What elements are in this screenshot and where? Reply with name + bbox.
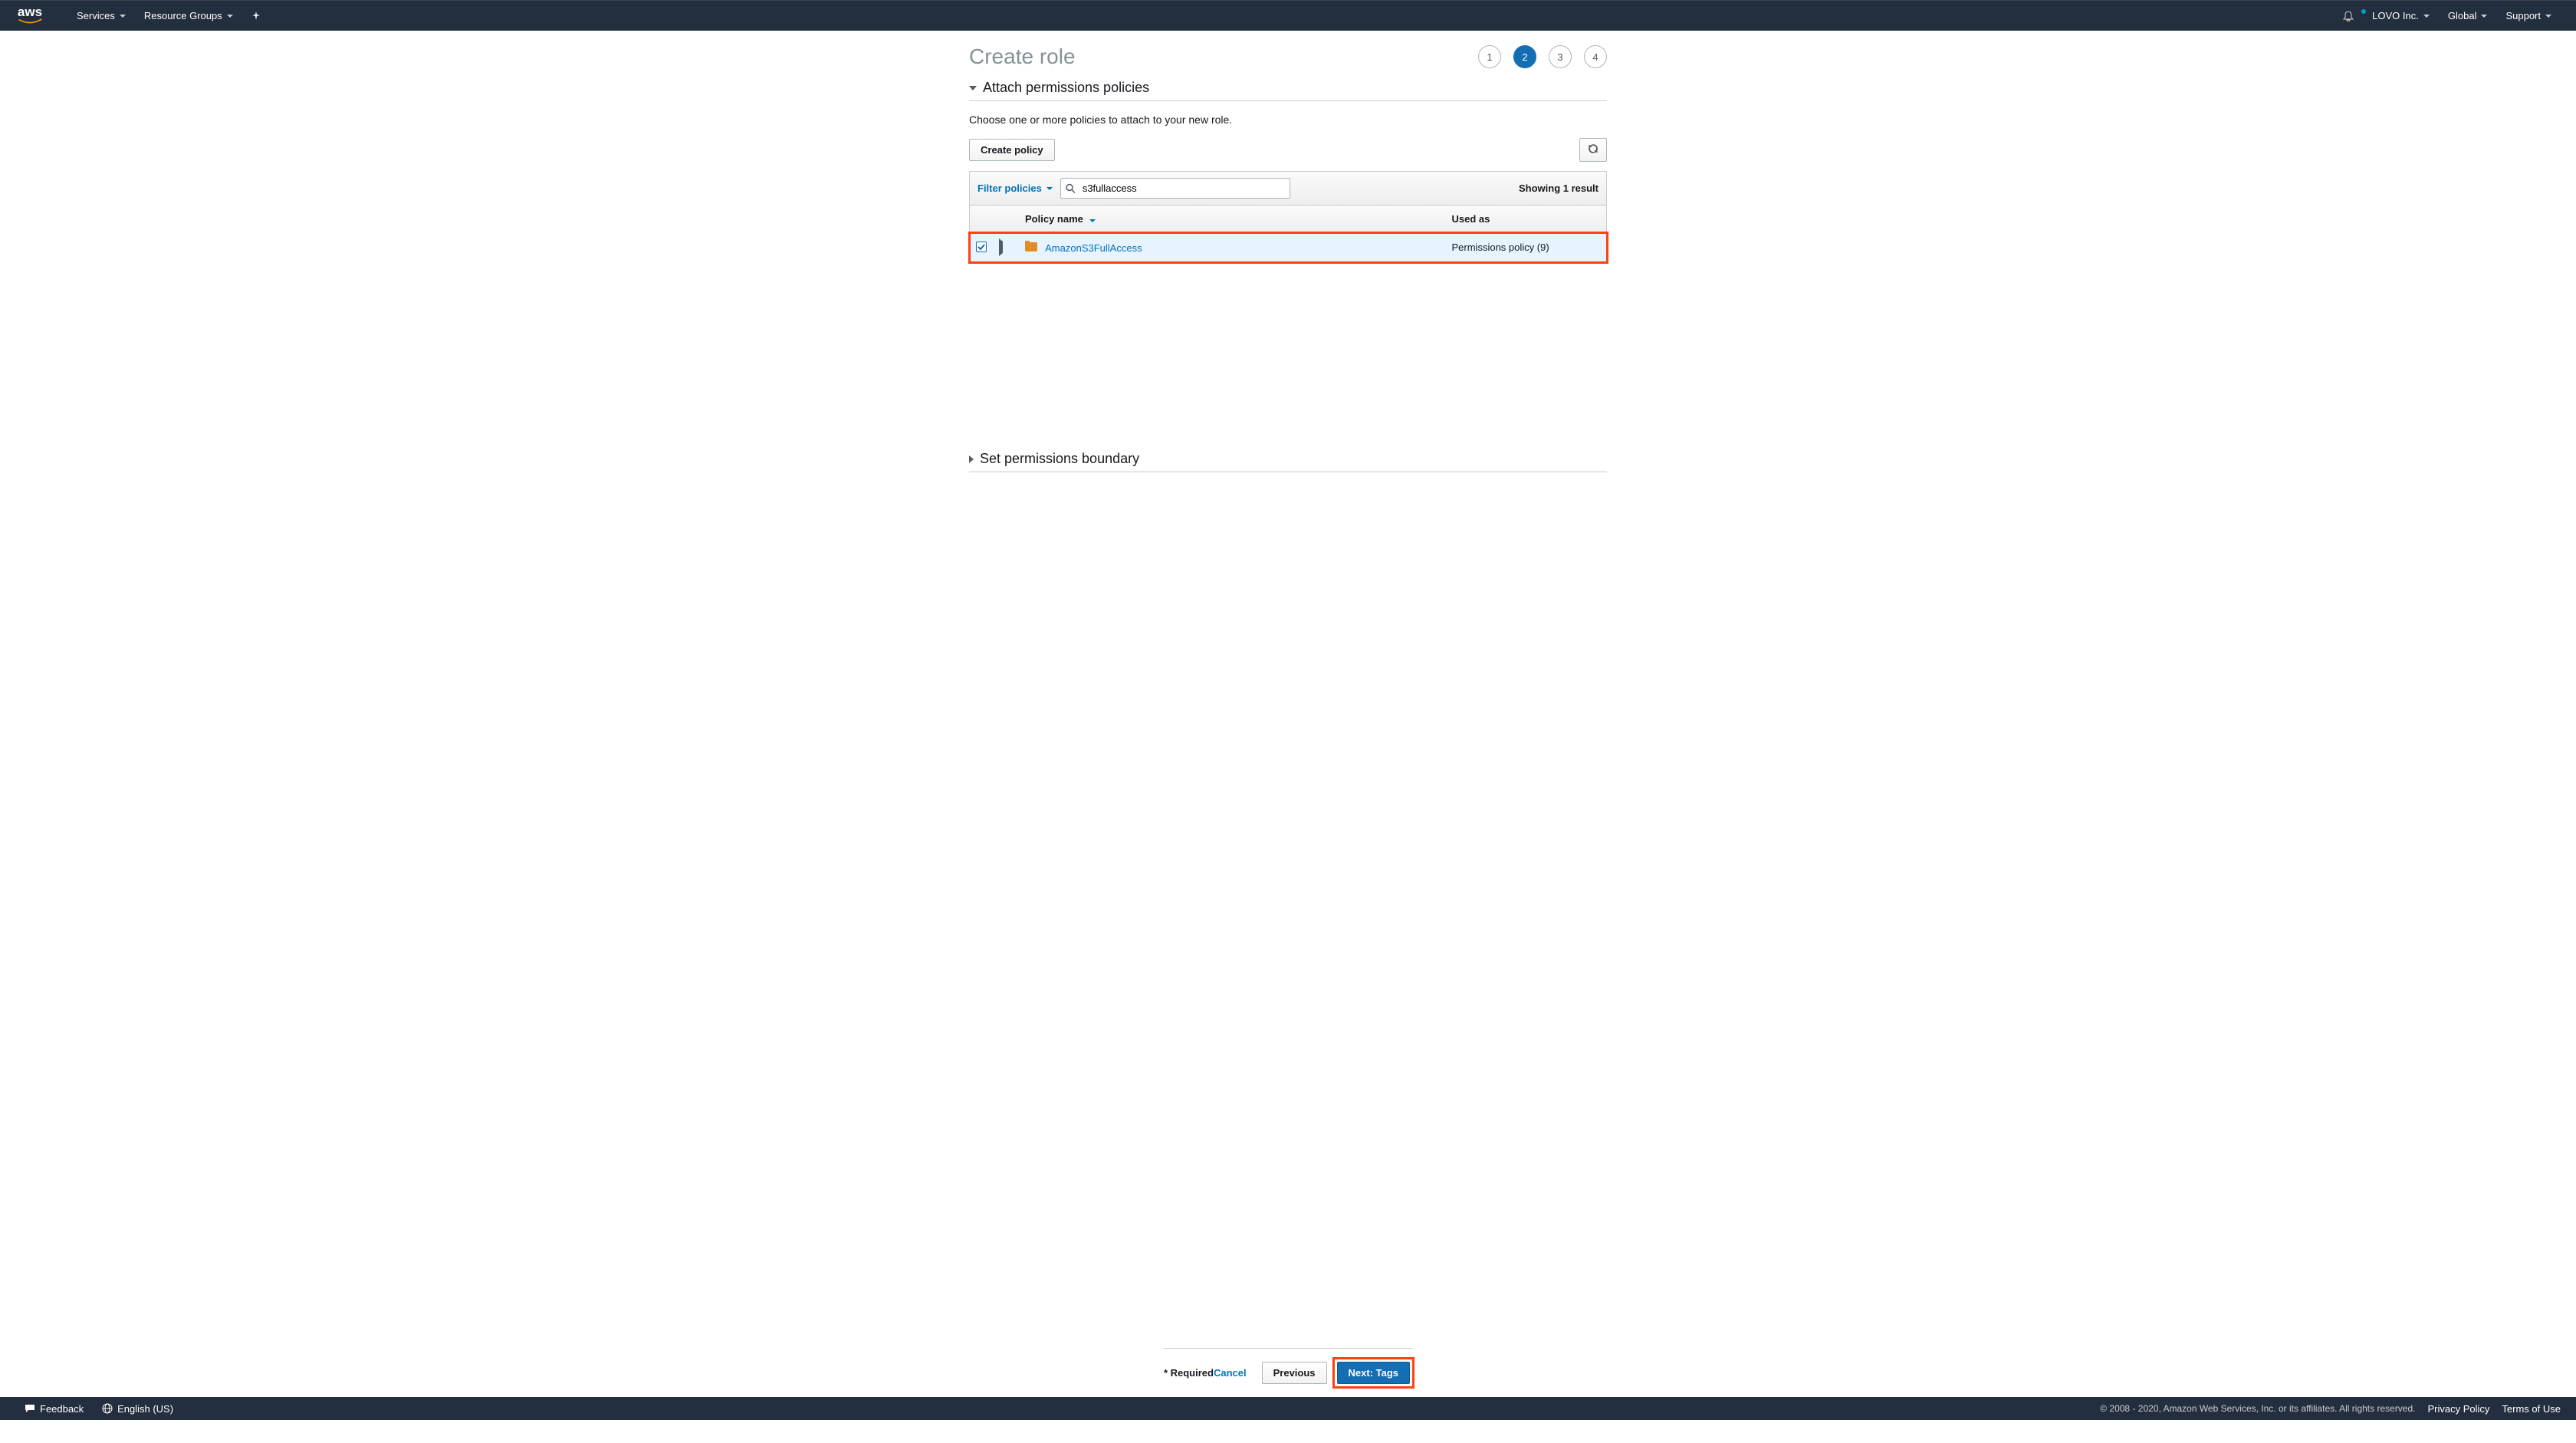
nav-resource-groups-label: Resource Groups <box>144 10 222 21</box>
wizard-steps: 1 2 3 4 <box>1478 45 1607 68</box>
boundary-title: Set permissions boundary <box>980 451 1139 467</box>
sort-icon <box>1089 219 1096 222</box>
policy-checkbox[interactable] <box>976 242 987 252</box>
feedback-label: Feedback <box>40 1403 84 1415</box>
check-icon <box>978 243 985 251</box>
collapse-icon <box>969 86 977 90</box>
policy-toolbar: Create policy <box>969 138 1607 162</box>
nav-notifications[interactable] <box>2334 11 2363 21</box>
cancel-button[interactable]: Cancel <box>1214 1367 1247 1379</box>
nav-region[interactable]: Global <box>2439 10 2497 21</box>
step-3[interactable]: 3 <box>1549 45 1572 68</box>
policy-name-link[interactable]: AmazonS3FullAccess <box>1045 242 1142 254</box>
nav-region-label: Global <box>2448 10 2477 21</box>
section-permissions-boundary[interactable]: Set permissions boundary <box>969 446 1607 472</box>
page-title-row: Create role 1 2 3 4 <box>969 44 1607 69</box>
create-policy-button[interactable]: Create policy <box>969 139 1055 161</box>
chevron-down-icon <box>2545 15 2551 18</box>
bottom-bar: Feedback English (US) © 2008 - 2020, Ama… <box>0 1397 2576 1420</box>
chat-icon <box>25 1403 35 1414</box>
nav-resource-groups[interactable]: Resource Groups <box>135 10 242 21</box>
result-count: Showing 1 result <box>1519 182 1598 194</box>
copyright-text: © 2008 - 2020, Amazon Web Services, Inc.… <box>2100 1403 2415 1414</box>
search-input[interactable] <box>1060 178 1290 199</box>
main-content: Create role 1 2 3 4 Attach permissions p… <box>969 31 1607 472</box>
nav-pin[interactable] <box>242 12 270 21</box>
search-icon <box>1066 183 1076 193</box>
privacy-link[interactable]: Privacy Policy <box>2428 1403 2490 1415</box>
search-box <box>1060 178 1290 199</box>
step-4[interactable]: 4 <box>1584 45 1607 68</box>
column-used-as[interactable]: Used as <box>1446 205 1607 233</box>
filter-label: Filter policies <box>978 182 1042 194</box>
chevron-down-icon <box>227 15 233 18</box>
column-policy-name[interactable]: Policy name <box>1019 205 1446 233</box>
chevron-down-icon <box>2481 15 2487 18</box>
nav-account-label: LOVO Inc. <box>2372 10 2419 21</box>
policy-icon <box>1025 241 1037 251</box>
nav-services-label: Services <box>77 10 115 21</box>
step-2[interactable]: 2 <box>1513 45 1536 68</box>
filter-bar: Filter policies Showing 1 result <box>969 171 1607 205</box>
expand-icon[interactable] <box>999 238 1003 256</box>
page-title: Create role <box>969 44 1076 69</box>
next-button[interactable]: Next: Tags <box>1337 1362 1411 1384</box>
previous-button[interactable]: Previous <box>1262 1362 1327 1384</box>
language-label: English (US) <box>117 1403 173 1415</box>
step-1[interactable]: 1 <box>1478 45 1501 68</box>
required-note: * Required <box>1164 1367 1214 1379</box>
chevron-down-icon <box>2423 15 2430 18</box>
expand-icon <box>969 455 974 463</box>
aws-logo[interactable]: aws <box>15 7 44 25</box>
policies-table: Policy name Used as Amaz <box>969 205 1607 262</box>
refresh-icon <box>1588 143 1598 154</box>
feedback-link[interactable]: Feedback <box>15 1403 93 1415</box>
chevron-down-icon <box>120 15 126 18</box>
filter-policies-dropdown[interactable]: Filter policies <box>978 182 1053 194</box>
section-title: Attach permissions policies <box>983 80 1149 96</box>
top-navbar: aws Services Resource Groups LOVO Inc. G… <box>0 0 2576 31</box>
footer-actions: * Required Cancel Previous Next: Tags <box>1164 1348 1412 1397</box>
terms-link[interactable]: Terms of Use <box>2502 1403 2561 1415</box>
bell-icon <box>2343 11 2354 21</box>
pin-icon <box>251 12 261 21</box>
nav-support-label: Support <box>2505 10 2541 21</box>
nav-account[interactable]: LOVO Inc. <box>2363 10 2439 21</box>
table-row: AmazonS3FullAccess Permissions policy (9… <box>970 233 1607 262</box>
policy-used-as: Permissions policy (9) <box>1446 233 1607 262</box>
nav-services[interactable]: Services <box>67 10 135 21</box>
nav-support[interactable]: Support <box>2496 10 2561 21</box>
notification-dot-icon <box>2361 9 2366 14</box>
language-selector[interactable]: English (US) <box>93 1403 182 1415</box>
refresh-button[interactable] <box>1579 138 1607 162</box>
section-attach-policies[interactable]: Attach permissions policies <box>969 75 1607 101</box>
section-description: Choose one or more policies to attach to… <box>969 101 1607 138</box>
chevron-down-icon <box>1046 187 1053 190</box>
globe-icon <box>102 1403 113 1414</box>
